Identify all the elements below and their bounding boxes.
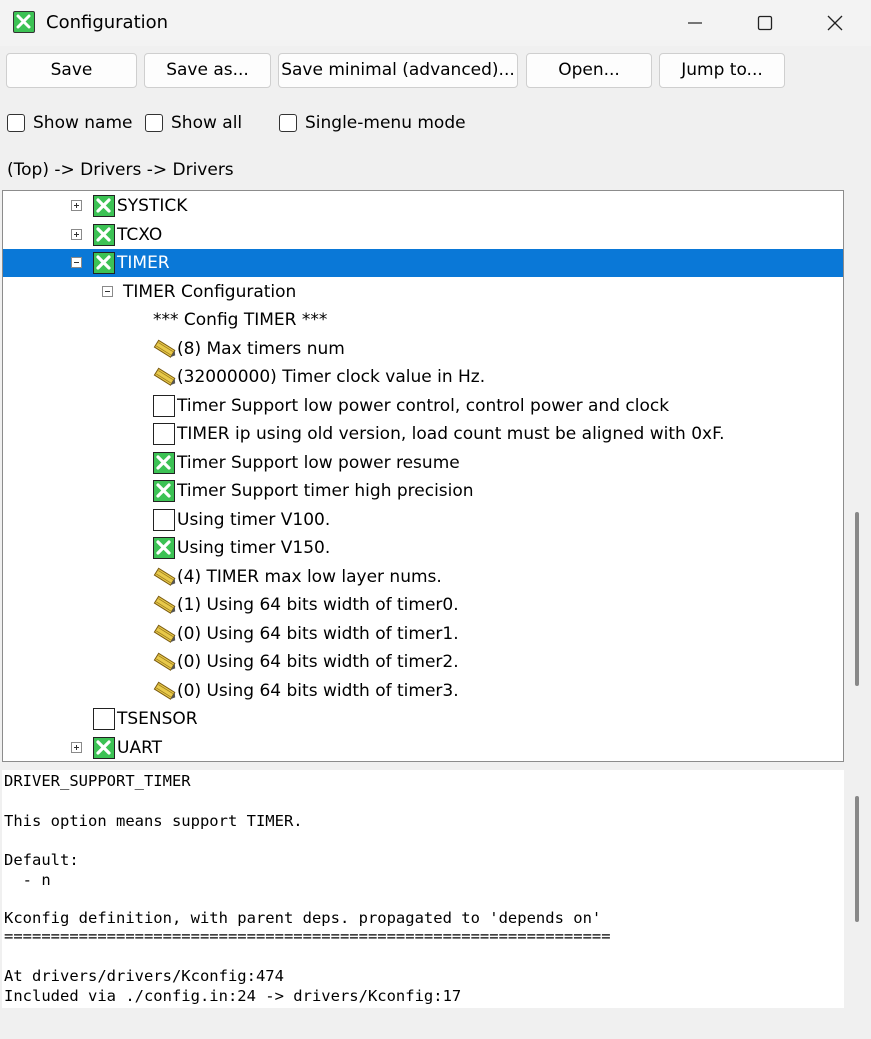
tree-item-label: UART (117, 737, 163, 758)
breadcrumb: (Top) -> Drivers -> Drivers (7, 160, 234, 180)
kconfig-heading: Kconfig definition, with parent deps. pr… (4, 909, 602, 927)
tree-item-label: SYSTICK (117, 196, 188, 216)
unchecked-checkbox-icon[interactable] (153, 394, 175, 417)
expand-icon[interactable] (71, 228, 82, 240)
show-all-checkbox[interactable]: Show all (145, 113, 250, 135)
tree-item-label: (0) Using 64 bits width of timer1. (177, 623, 459, 644)
collapse-icon[interactable] (102, 285, 113, 297)
symbol-name: DRIVER_SUPPORT_TIMER (4, 772, 191, 790)
save-button[interactable]: Save (6, 53, 137, 88)
maximize-icon (757, 15, 773, 31)
save-as-button[interactable]: Save as... (144, 53, 271, 88)
description-scrollbar[interactable] (855, 796, 859, 922)
show-name-label: Show name (33, 113, 133, 133)
tree-item-label: (1) Using 64 bits width of timer0. (177, 595, 459, 615)
tree-row[interactable]: Using timer V100. (3, 506, 843, 534)
tree-row[interactable]: TCXO (3, 221, 843, 249)
tree-item-label: TSENSOR (117, 709, 198, 729)
single-menu-mode-checkbox[interactable]: Single-menu mode (279, 113, 479, 135)
minimize-icon (688, 22, 702, 24)
tree-item-label: TIMER Configuration (123, 281, 297, 302)
tree-row[interactable]: Timer Support low power control, control… (3, 392, 843, 420)
maximize-button[interactable] (730, 0, 800, 46)
tree-item-label: (0) Using 64 bits width of timer2. (177, 652, 459, 672)
jump-to-button[interactable]: Jump to... (659, 53, 785, 88)
tree-item-label: Timer Support low power resume (177, 452, 460, 473)
tree-row[interactable]: UART (3, 734, 843, 762)
tree-item-label: (0) Using 64 bits width of timer3. (177, 680, 459, 701)
tree-row[interactable]: TIMER Configuration (3, 278, 843, 306)
show-name-box[interactable] (7, 114, 25, 132)
pencil-icon (153, 595, 177, 615)
tree-row[interactable]: (4) TIMER max low layer nums. (3, 563, 843, 591)
separator-line: ========================================… (4, 927, 611, 945)
pencil-icon (153, 339, 177, 359)
help-text: This option means support TIMER. (4, 812, 303, 830)
pencil-icon (153, 567, 177, 587)
included-via: Included via ./config.in:24 -> drivers/K… (4, 987, 462, 1005)
minimize-button[interactable] (660, 0, 730, 46)
window-title: Configuration (46, 12, 169, 33)
single-menu-mode-box[interactable] (279, 114, 297, 132)
tree-item-label: Using timer V100. (177, 509, 331, 530)
title-bar: Configuration (0, 0, 871, 46)
tree-item-label: TIMER ip using old version, load count m… (177, 424, 725, 444)
checked-checkbox-icon[interactable] (153, 451, 175, 474)
tree-row[interactable]: (0) Using 64 bits width of timer1. (3, 620, 843, 648)
tree-row[interactable]: (1) Using 64 bits width of timer0. (3, 591, 843, 619)
checked-checkbox-icon[interactable] (93, 223, 115, 246)
show-all-box[interactable] (145, 114, 163, 132)
save-minimal-button[interactable]: Save minimal (advanced)... (278, 53, 518, 88)
tree-row[interactable]: (32000000) Timer clock value in Hz. (3, 363, 843, 391)
tree-row[interactable]: SYSTICK (3, 192, 843, 220)
expand-icon[interactable] (71, 200, 82, 211)
tree-scrollbar[interactable] (855, 512, 859, 686)
pencil-icon (153, 367, 177, 387)
open-button[interactable]: Open... (526, 53, 652, 88)
tree-row[interactable]: Using timer V150. (3, 534, 843, 562)
tree-row[interactable]: Timer Support timer high precision (3, 477, 843, 505)
tree-item-label: Timer Support timer high precision (177, 481, 474, 501)
tree-item-label: (4) TIMER max low layer nums. (177, 566, 442, 587)
tree-row[interactable]: Timer Support low power resume (3, 449, 843, 477)
close-button[interactable] (800, 0, 870, 46)
unchecked-checkbox-icon[interactable] (153, 508, 175, 531)
app-icon (13, 11, 35, 33)
expand-icon[interactable] (71, 741, 82, 753)
pencil-icon (153, 652, 177, 672)
menu-tree[interactable]: SYSTICK TCXO TIMER TIMER Configuration *** C… (2, 190, 844, 762)
pencil-icon (153, 681, 177, 701)
tree-item-label: (8) Max timers num (177, 338, 345, 359)
checked-checkbox-icon[interactable] (93, 252, 115, 274)
default-label: Default: (4, 851, 79, 869)
tree-item-label: TIMER (117, 253, 170, 273)
checked-checkbox-icon[interactable] (153, 537, 175, 559)
tree-row[interactable]: TSENSOR (3, 705, 843, 733)
description-panel: DRIVER_SUPPORT_TIMER This option means s… (2, 770, 844, 1008)
checked-checkbox-icon[interactable] (93, 736, 115, 759)
checked-checkbox-icon[interactable] (93, 195, 115, 217)
single-menu-mode-label: Single-menu mode (305, 113, 466, 133)
kconfig-location: At drivers/drivers/Kconfig:474 (4, 967, 284, 985)
tree-item-label: Using timer V150. (177, 538, 331, 558)
tree-item-label: *** Config TIMER *** (153, 310, 328, 330)
unchecked-checkbox-icon[interactable] (153, 423, 175, 445)
tree-row[interactable]: TIMER (3, 249, 843, 277)
default-value: - n (4, 871, 51, 889)
tree-row[interactable]: (0) Using 64 bits width of timer3. (3, 677, 843, 705)
tree-row[interactable]: (0) Using 64 bits width of timer2. (3, 648, 843, 676)
pencil-icon (153, 624, 177, 644)
collapse-icon[interactable] (71, 257, 82, 268)
close-icon (827, 15, 843, 31)
show-all-label: Show all (171, 113, 243, 133)
tree-item-label: TCXO (117, 224, 163, 245)
tree-row[interactable]: *** Config TIMER *** (3, 306, 843, 334)
tree-row[interactable]: (8) Max timers num (3, 335, 843, 363)
checked-checkbox-icon[interactable] (153, 480, 175, 502)
tree-item-label: (32000000) Timer clock value in Hz. (177, 367, 486, 387)
tree-row[interactable]: TIMER ip using old version, load count m… (3, 420, 843, 448)
tree-item-label: Timer Support low power control, control… (177, 395, 670, 416)
unchecked-checkbox-icon[interactable] (93, 708, 115, 730)
show-name-checkbox[interactable]: Show name (7, 113, 137, 135)
